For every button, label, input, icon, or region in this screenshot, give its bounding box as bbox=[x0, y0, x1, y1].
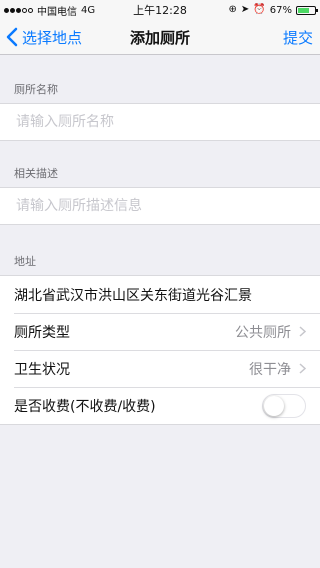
name-group bbox=[0, 103, 320, 141]
alarm-icon: ⏰ bbox=[253, 4, 266, 15]
carrier-name: 中国电信 bbox=[37, 6, 77, 18]
fee-toggle[interactable] bbox=[262, 393, 306, 418]
status-right: ⊕ ➤ ⏰ 67% bbox=[228, 4, 318, 16]
back-button-label: 选择地点 bbox=[22, 28, 83, 47]
address-group: 湖北省武汉市洪山区关东街道光谷汇景 厕所类型 公共厕所 卫生状况 很干净 是否收… bbox=[0, 275, 320, 425]
toilet-description-input[interactable] bbox=[14, 197, 306, 215]
back-button[interactable]: 选择地点 bbox=[0, 27, 82, 48]
network-type: 4G bbox=[81, 4, 96, 16]
section-header-address: 地址 bbox=[14, 255, 36, 268]
section-header-description: 相关描述 bbox=[14, 167, 58, 180]
hygiene-value: 很干净 bbox=[249, 361, 291, 378]
name-row bbox=[0, 104, 320, 140]
description-group bbox=[0, 187, 320, 225]
chevron-right-icon bbox=[299, 363, 306, 374]
status-time: 上午12:28 bbox=[133, 4, 187, 17]
address-row[interactable]: 湖北省武汉市洪山区关东街道光谷汇景 bbox=[0, 276, 320, 313]
toilet-type-row[interactable]: 厕所类型 公共厕所 bbox=[0, 313, 320, 350]
toilet-type-value: 公共厕所 bbox=[235, 324, 291, 341]
toggle-knob bbox=[264, 395, 284, 416]
section-header-name: 厕所名称 bbox=[14, 83, 58, 96]
fee-label: 是否收费(不收费/收费) bbox=[14, 398, 156, 415]
hygiene-row[interactable]: 卫生状况 很干净 bbox=[0, 350, 320, 387]
battery-level-fill bbox=[298, 7, 309, 13]
location-arrow-icon: ➤ bbox=[240, 4, 250, 15]
chevron-right-icon bbox=[299, 326, 306, 337]
battery-percent: 67% bbox=[269, 4, 292, 16]
address-text: 湖北省武汉市洪山区关东街道光谷汇景 bbox=[14, 287, 252, 304]
toilet-name-input[interactable] bbox=[14, 113, 306, 131]
battery-icon bbox=[296, 5, 318, 15]
toilet-type-label: 厕所类型 bbox=[14, 324, 70, 341]
status-left: 中国电信 4G bbox=[4, 3, 95, 18]
submit-button[interactable]: 提交 bbox=[283, 27, 313, 48]
status-bar: 中国电信 4G 上午12:28 ⊕ ➤ ⏰ 67% bbox=[0, 0, 320, 20]
signal-strength-icon bbox=[4, 7, 33, 13]
description-row bbox=[0, 188, 320, 224]
hygiene-label: 卫生状况 bbox=[14, 361, 70, 378]
hygiene-value-wrap: 很干净 bbox=[249, 359, 306, 379]
orientation-lock-icon: ⊕ bbox=[228, 4, 237, 15]
navigation-bar: 选择地点 添加厕所 提交 bbox=[0, 20, 320, 55]
chevron-left-icon bbox=[6, 27, 18, 47]
fee-row: 是否收费(不收费/收费) bbox=[0, 387, 320, 424]
toilet-type-value-wrap: 公共厕所 bbox=[235, 322, 306, 342]
page-title: 添加厕所 bbox=[129, 28, 191, 47]
